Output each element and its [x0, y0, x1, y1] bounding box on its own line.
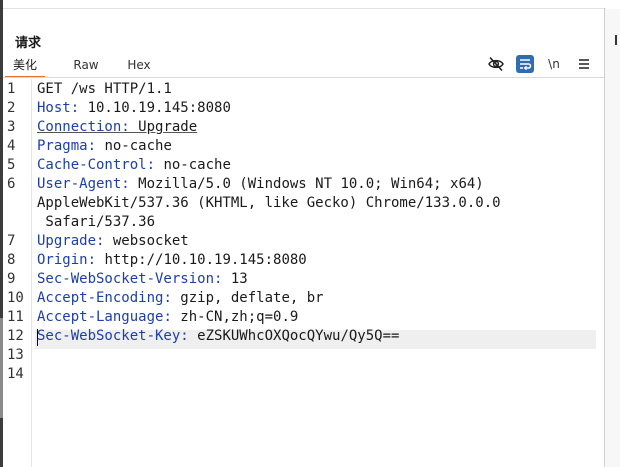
header-name: Sec-WebSocket-Key — [37, 328, 181, 344]
header-colon: : — [87, 252, 105, 268]
header-value: Mozilla/5.0 (Windows NT 10.0; Win64; x64… — [138, 176, 484, 192]
header-line-connection: Connection: Upgrade — [37, 118, 197, 137]
hamburger-menu-icon[interactable] — [575, 55, 593, 73]
line-number: 5 — [7, 157, 16, 173]
word-wrap-icon[interactable] — [516, 55, 534, 73]
header-value: 13 — [230, 271, 248, 287]
line-number: 9 — [7, 271, 16, 287]
line-number: 14 — [7, 366, 24, 382]
newline-toggle-icon[interactable]: \n — [545, 55, 563, 73]
eye-slash-icon[interactable] — [487, 55, 505, 73]
header-line-cache-control: Cache-Control: no-cache — [37, 156, 231, 175]
header-colon: : — [87, 138, 105, 154]
header-value: eZSKUWhcOXQocQYwu/Qy5Q== — [197, 328, 400, 344]
panel-title: 请求 — [15, 36, 42, 51]
header-name: Connection — [37, 119, 122, 135]
header-name: Sec-WebSocket-Version — [37, 271, 215, 287]
header-value-wrap: AppleWebKit/537.36 (KHTML, like Gecko) C… — [37, 195, 501, 211]
header-colon: : — [180, 328, 198, 344]
line-number: 1 — [7, 81, 16, 97]
header-name: Pragma — [37, 138, 88, 154]
line-number: 13 — [7, 347, 24, 363]
line-number: 7 — [7, 233, 16, 249]
header-colon: : — [163, 309, 181, 325]
header-line-accept-language: Accept-Language: zh-CN,zh;q=0.9 — [37, 308, 298, 327]
tabs-divider — [3, 77, 604, 78]
header-colon: : — [163, 290, 181, 306]
header-value: 10.10.19.145:8080 — [87, 100, 231, 116]
header-name: Accept-Encoding — [37, 290, 164, 306]
header-value: Upgrade — [138, 119, 198, 135]
request-editor[interactable]: 1 2 3 4 5 6 7 8 9 10 11 12 13 14 GET /ws… — [3, 80, 603, 467]
header-line-ws-key: Sec-WebSocket-Key: eZSKUWhcOXQocQYwu/Qy5… — [37, 327, 399, 346]
header-line-ws-version: Sec-WebSocket-Version: 13 — [37, 270, 248, 289]
header-colon: : — [214, 271, 231, 287]
header-value: http://10.10.19.145:8080 — [104, 252, 307, 268]
line-number: 12 — [7, 328, 24, 344]
right-side-panel — [605, 9, 620, 467]
line-number: 8 — [7, 252, 16, 268]
line-number: 10 — [7, 290, 24, 306]
header-name: Origin — [37, 252, 88, 268]
header-line-origin: Origin: http://10.10.19.145:8080 — [37, 251, 307, 270]
line-number: 6 — [7, 176, 16, 192]
header-value: no-cache — [163, 157, 231, 173]
header-name: Host — [37, 100, 71, 116]
header-name: Upgrade — [37, 233, 97, 249]
header-colon: : — [70, 100, 88, 116]
header-name: Accept-Language — [37, 309, 164, 325]
line-number: 3 — [7, 119, 16, 135]
header-value: gzip, deflate, br — [180, 290, 324, 306]
header-line-upgrade: Upgrade: websocket — [37, 232, 189, 251]
top-border — [3, 8, 606, 9]
header-line-accept-encoding: Accept-Encoding: gzip, deflate, br — [37, 289, 324, 308]
tab-raw[interactable]: Raw — [67, 56, 105, 78]
header-name: Cache-Control — [37, 157, 147, 173]
text-caret — [37, 329, 38, 346]
header-value: websocket — [112, 233, 189, 249]
header-line-pragma: Pragma: no-cache — [37, 137, 172, 156]
header-name: User-Agent — [37, 176, 122, 192]
header-value: no-cache — [104, 138, 172, 154]
request-line: GET /ws HTTP/1.1 — [37, 80, 172, 99]
header-line-host: Host: 10.10.19.145:8080 — [37, 99, 231, 118]
header-value-wrap: Safari/537.36 — [37, 214, 156, 230]
line-number: 2 — [7, 100, 16, 116]
header-colon: : — [146, 157, 164, 173]
request-line-text: GET /ws HTTP/1.1 — [37, 81, 172, 97]
right-panel-handle[interactable] — [615, 35, 617, 45]
line-number: 4 — [7, 138, 16, 154]
header-line-user-agent: User-Agent: Mozilla/5.0 (Windows NT 10.0… — [37, 175, 484, 194]
line-number: 11 — [7, 309, 24, 325]
header-value: zh-CN,zh;q=0.9 — [180, 309, 299, 325]
header-colon: : — [121, 176, 139, 192]
header-colon: : — [96, 233, 113, 249]
tab-hex[interactable]: Hex — [122, 56, 156, 78]
tab-pretty[interactable]: 美化 — [5, 56, 45, 78]
header-colon: : — [121, 119, 139, 135]
